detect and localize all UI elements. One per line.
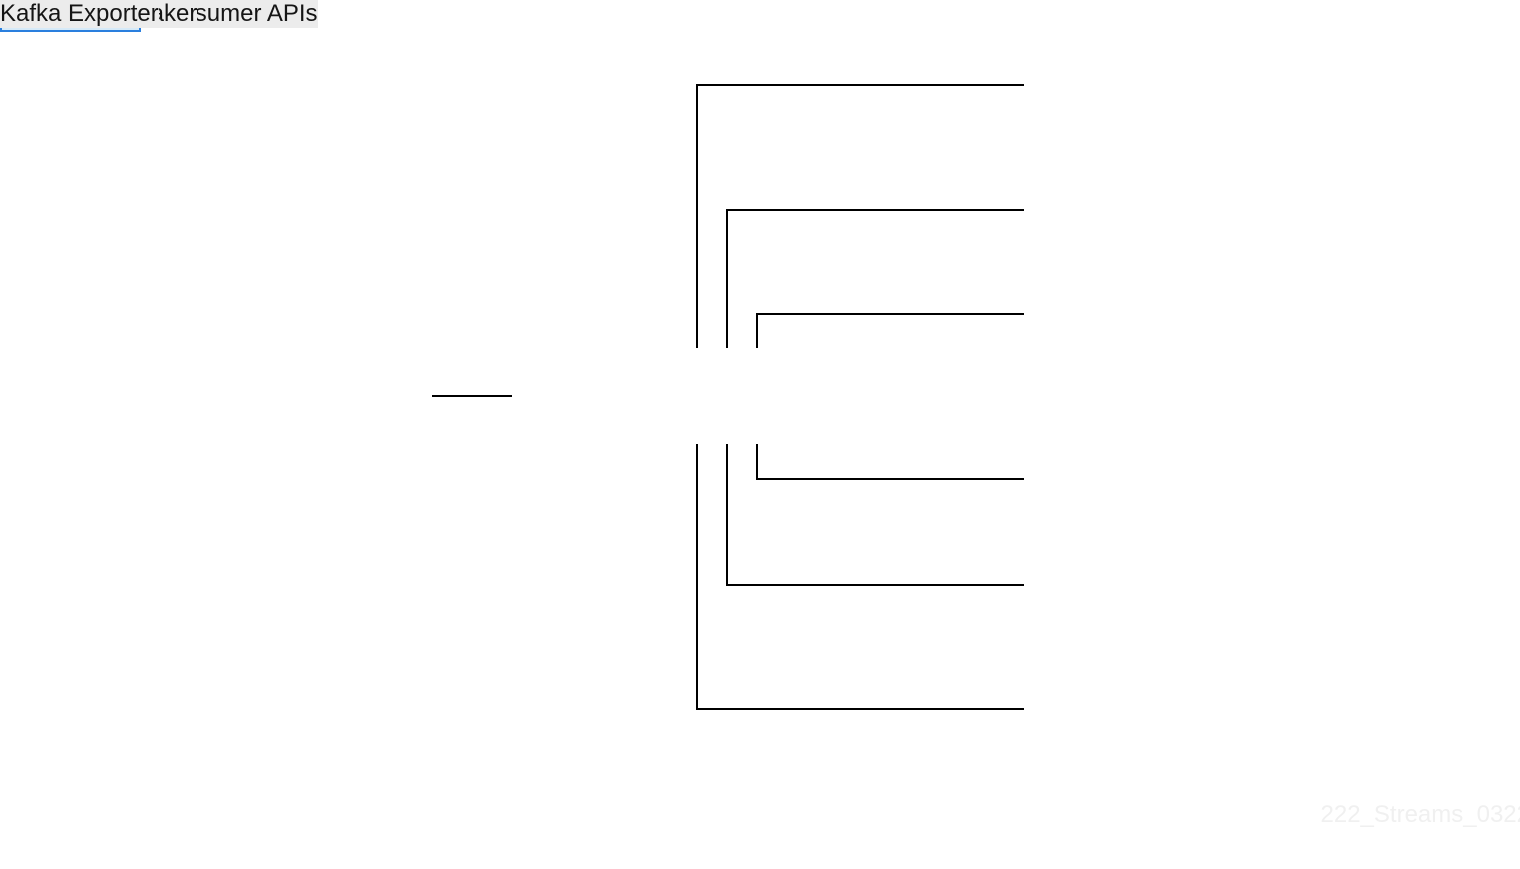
connector-broker-apis-v <box>726 209 728 348</box>
connector-broker-connect-h <box>756 478 1024 480</box>
watermark-text: 222_Streams_0322 <box>1321 801 1520 829</box>
connector-zookeeper-broker <box>432 395 512 397</box>
connector-broker-mirrormaker-h <box>726 584 1024 586</box>
connector-broker-streams-h <box>696 84 1024 86</box>
connector-broker-exporter-v <box>696 444 698 708</box>
kafka-exporter-node: Kafka Exporter <box>0 0 159 28</box>
connector-broker-connect-v <box>756 444 758 478</box>
connector-broker-apis-h <box>726 209 1024 211</box>
connector-broker-bridge-h <box>756 313 1024 315</box>
connector-broker-bridge-v <box>756 313 758 348</box>
connector-broker-exporter-h <box>696 708 1024 710</box>
connector-broker-streams-v <box>696 84 698 348</box>
connector-broker-mirrormaker-v <box>726 444 728 584</box>
